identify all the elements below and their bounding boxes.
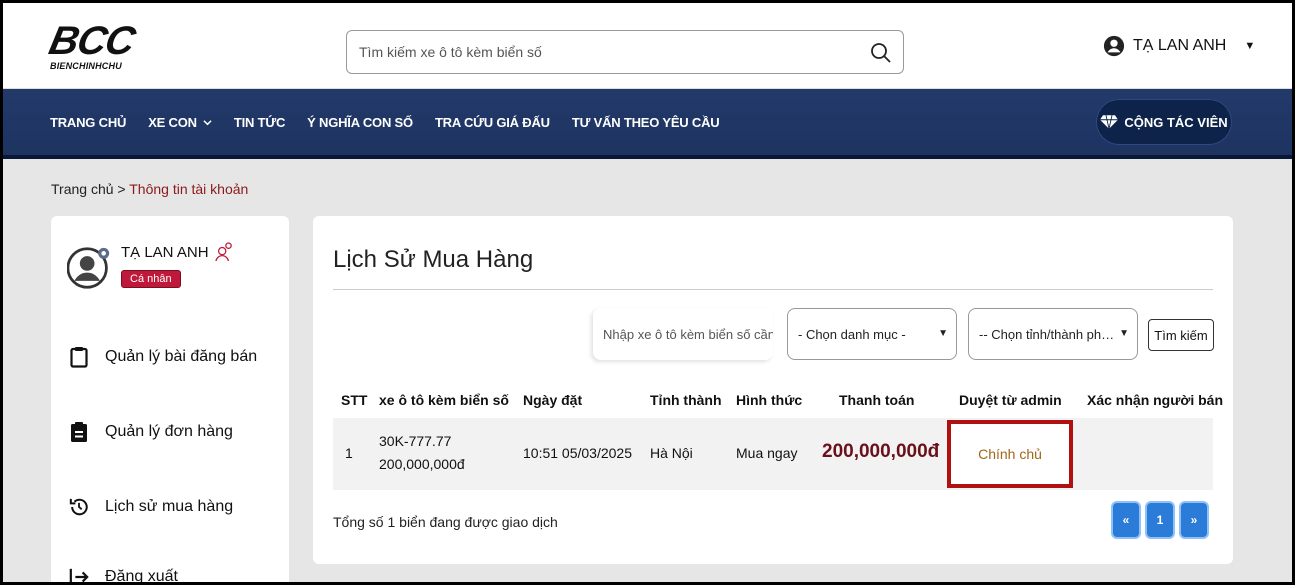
province-select-value: -- Chọn tỉnh/thành phố --	[979, 326, 1117, 342]
search-button[interactable]: Tìm kiếm	[1148, 319, 1214, 351]
page-frame: BCC BIENCHINHCHU TẠ LAN ANH ▼ TRANG CHỦ …	[0, 0, 1295, 585]
search-box	[346, 30, 904, 74]
sidebar-item-logout[interactable]: Đăng xuất	[69, 566, 178, 585]
category-select[interactable]: - Chọn danh mục - ▼	[787, 308, 957, 360]
history-icon	[69, 496, 89, 518]
purchase-history-card: Lịch Sử Mua Hàng - Chọn danh mục - ▼ -- …	[313, 216, 1233, 564]
cell-plate[interactable]: 30K-777.77	[379, 433, 451, 449]
user-menu[interactable]: TẠ LAN ANH ▼	[1103, 35, 1255, 57]
nav-label: XE CON	[148, 115, 197, 130]
category-select-value: - Chọn danh mục -	[798, 326, 906, 342]
cell-payment: 200,000,000đ	[822, 441, 940, 462]
avatar	[67, 247, 110, 289]
cell-plate-price: 200,000,000đ	[379, 456, 465, 472]
sidebar-item-label: Đăng xuất	[105, 568, 178, 585]
col-admin-approval: Duyệt từ admin	[959, 392, 1062, 408]
search-input[interactable]	[359, 40, 859, 64]
sidebar-item-label: Quản lý đơn hàng	[105, 423, 233, 440]
account-type-badge: Cá nhân	[121, 270, 181, 288]
main-nav: TRANG CHỦ XE CON TIN TỨC Ý NGHĨA CON SỐ …	[3, 89, 1292, 159]
pagination-prev[interactable]: «	[1111, 501, 1141, 539]
divider	[333, 289, 1213, 290]
nav-label: Ý NGHĨA CON SỐ	[307, 115, 413, 130]
total-count: Tổng số 1 biển đang được giao dịch	[333, 514, 558, 530]
col-method: Hình thức	[736, 392, 803, 408]
plate-search-input[interactable]	[593, 308, 773, 360]
col-seller-confirm: Xác nhận người bán	[1087, 392, 1223, 408]
collaborator-label: CỘNG TÁC VIÊN	[1124, 114, 1228, 130]
cell-date: 10:51 05/03/2025	[523, 445, 632, 461]
nav-item-xe-con[interactable]: XE CON	[148, 115, 212, 130]
col-date: Ngày đặt	[523, 392, 583, 408]
sidebar-item-label: Lịch sử mua hàng	[105, 498, 234, 515]
nav-label: TRA CỨU GIÁ ĐẤU	[434, 115, 550, 130]
user-name: TẠ LAN ANH	[1133, 37, 1227, 54]
nav-item-consulting[interactable]: TƯ VẤN THEO YÊU CẦU	[572, 115, 720, 130]
nav-label: TƯ VẤN THEO YÊU CẦU	[571, 115, 720, 130]
user-settings-icon[interactable]	[214, 242, 233, 262]
diamond-icon	[1100, 115, 1119, 129]
dropdown-arrow-icon: ▼	[938, 328, 948, 339]
breadcrumb-current: Thông tin tài khoản	[129, 181, 249, 197]
sidebar-item-manage-posts[interactable]: Quản lý bài đăng bán	[69, 346, 257, 368]
breadcrumb-separator: >	[117, 181, 126, 197]
nav-item-auction-lookup[interactable]: TRA CỨU GIÁ ĐẤU	[435, 115, 550, 130]
cell-stt: 1	[345, 445, 353, 461]
collaborator-button[interactable]: CỘNG TÁC VIÊN	[1096, 99, 1232, 145]
sidebar-item-manage-orders[interactable]: Quản lý đơn hàng	[69, 421, 233, 443]
admin-status-highlight: Chính chủ	[947, 420, 1073, 488]
province-select[interactable]: -- Chọn tỉnh/thành phố -- ▼	[968, 308, 1138, 360]
chevron-down-icon	[203, 120, 212, 126]
col-plate: xe ô tô kèm biển số	[379, 392, 509, 408]
profile-block: TẠ LAN ANH Cá nhân	[67, 242, 277, 302]
clipboard-icon	[69, 346, 89, 368]
account-sidebar: TẠ LAN ANH Cá nhân Quản lý bài đăng bán …	[51, 216, 289, 585]
logout-icon	[69, 566, 89, 582]
nav-label: TRANG CHỦ	[50, 115, 127, 130]
col-province: Tỉnh thành	[650, 392, 722, 408]
nav-item-number-meaning[interactable]: Ý NGHĨA CON SỐ	[307, 115, 413, 130]
search-icon[interactable]	[869, 41, 893, 65]
user-avatar-icon	[1103, 35, 1125, 57]
cell-method: Mua ngay	[736, 445, 798, 461]
chevron-down-icon: ▼	[1244, 40, 1256, 52]
breadcrumb-home[interactable]: Trang chủ	[51, 181, 114, 197]
dropdown-arrow-icon: ▼	[1119, 328, 1129, 339]
nav-label: TIN TỨC	[233, 115, 286, 130]
pagination-next[interactable]: »	[1179, 501, 1209, 539]
status-badge: Chính chủ	[978, 446, 1042, 462]
profile-name-row: TẠ LAN ANH	[121, 242, 233, 262]
header: BCC BIENCHINHCHU TẠ LAN ANH ▼	[3, 3, 1292, 89]
nav-item-home[interactable]: TRANG CHỦ	[50, 115, 126, 130]
sidebar-item-purchase-history[interactable]: Lịch sử mua hàng	[69, 496, 233, 518]
col-stt: STT	[341, 392, 368, 408]
nav-item-news[interactable]: TIN TỨC	[234, 115, 285, 130]
pagination-page-1[interactable]: 1	[1145, 501, 1175, 539]
cell-province: Hà Nội	[650, 445, 693, 461]
sidebar-item-label: Quản lý bài đăng bán	[105, 348, 258, 365]
site-logo[interactable]: BCC BIENCHINHCHU	[45, 19, 142, 75]
page-title: Lịch Sử Mua Hàng	[333, 246, 534, 273]
col-payment: Thanh toán	[839, 392, 915, 408]
profile-name: TẠ LAN ANH	[121, 243, 209, 261]
logo-text: BCC	[45, 19, 139, 63]
order-icon	[69, 421, 89, 443]
breadcrumb: Trang chủ > Thông tin tài khoản	[51, 181, 248, 197]
